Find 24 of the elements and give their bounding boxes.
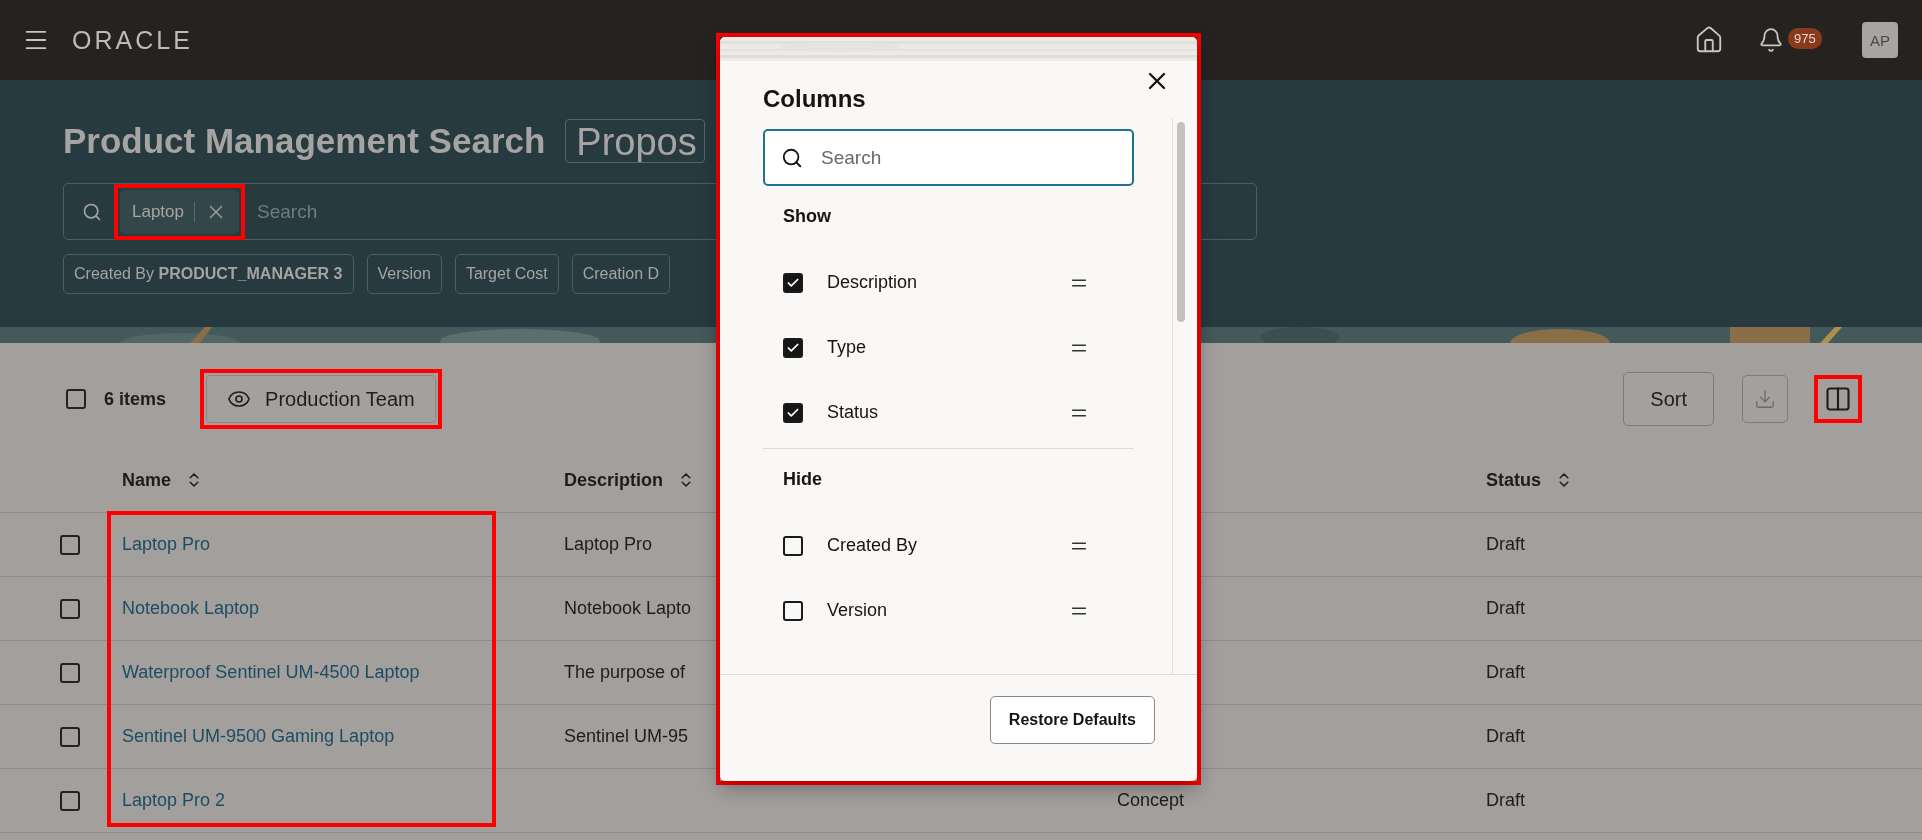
notification-badge: 975 — [1788, 28, 1822, 49]
table-cell: Draft — [1486, 662, 1525, 682]
table-cell: Sentinel UM-95 — [564, 726, 689, 746]
search-placeholder: Search — [257, 200, 318, 223]
page-title: Product Management Search — [63, 121, 546, 161]
table-cell: The purpose of — [564, 662, 686, 682]
table-cell: Draft — [1486, 534, 1525, 554]
column-label: Description — [827, 272, 918, 292]
table-cell: Notebook Lapto — [564, 598, 692, 618]
dialog-title: Columns — [763, 85, 866, 113]
search-placeholder: Search — [821, 146, 882, 169]
brand-logo: ORACLE — [72, 25, 193, 55]
item-count: 6 items — [104, 388, 167, 410]
column-label: Version — [827, 600, 888, 620]
table-cell: Draft — [1486, 598, 1525, 618]
table-cell: Draft — [1486, 726, 1525, 746]
section-heading: Show — [783, 206, 831, 226]
table-cell: Concept — [1117, 790, 1185, 810]
section-heading: Hide — [783, 469, 822, 489]
column-label: Created By — [827, 535, 918, 555]
column-label: Status — [827, 402, 879, 422]
table-cell: Draft — [1486, 790, 1525, 810]
column-label: Type — [827, 337, 867, 357]
table-cell: Laptop Pro — [564, 534, 653, 554]
